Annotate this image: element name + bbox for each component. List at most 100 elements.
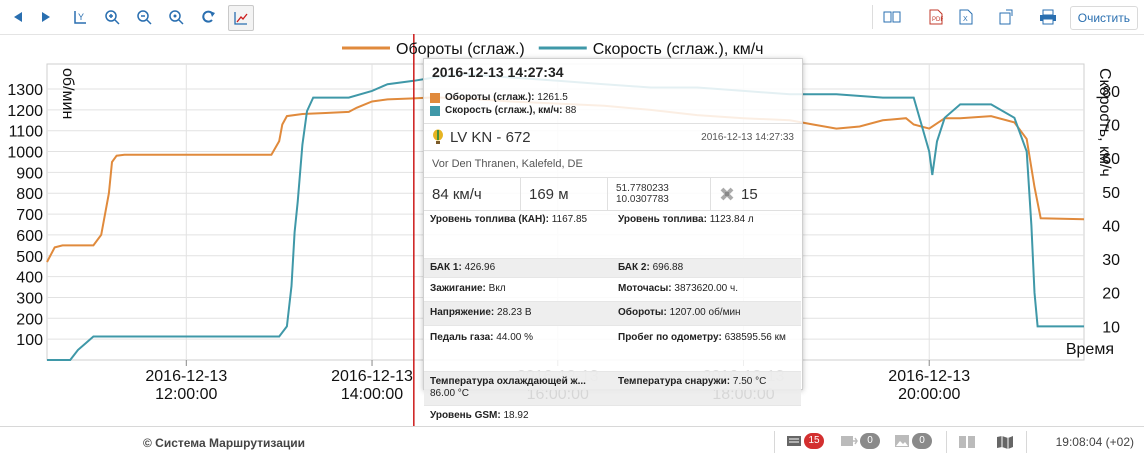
param-cell: БАК 2: 696.88	[612, 259, 801, 278]
sent-count: 0	[860, 433, 880, 449]
param-value: 1123.84 л	[709, 214, 754, 225]
param-label: Обороты:	[618, 307, 667, 318]
tooltip-speed-row: Скорость (сглаж.), км/ч: 88	[430, 104, 796, 117]
svg-text:X: X	[963, 16, 968, 23]
y-left-tick-label: 800	[16, 186, 43, 203]
param-value: 18.92	[503, 410, 529, 421]
x-axis-label: Время	[1066, 341, 1114, 358]
satellite-icon	[720, 187, 734, 201]
unit-satellites: 15	[711, 178, 766, 210]
images-count: 0	[912, 433, 932, 449]
y-left-tick-label: 1100	[9, 124, 44, 141]
x-tick-label-date: 2016-12-13	[888, 368, 970, 385]
unit-lat: 51.7780233	[616, 183, 669, 194]
messages-indicator[interactable]: 15	[786, 433, 824, 449]
param-cell: БАК 1: 426.96	[424, 259, 612, 278]
refresh-icon[interactable]	[196, 5, 220, 29]
param-cell: Температура снаружи: 7.50 °C	[612, 372, 801, 406]
param-label: Напряжение:	[430, 307, 495, 318]
unit-name[interactable]: LV KN - 672	[450, 129, 531, 146]
param-value: 28.23 В	[497, 307, 532, 318]
print-icon[interactable]	[1036, 5, 1060, 29]
param-value: 1167.85	[551, 214, 588, 225]
param-label: Уровень топлива:	[618, 214, 707, 225]
unit-address: Vor Den Thranen, Kalefeld, DE	[424, 151, 802, 178]
export-icon[interactable]	[994, 5, 1018, 29]
toolbar-separator	[872, 5, 873, 29]
book-icon[interactable]	[880, 5, 904, 29]
speed-swatch	[430, 105, 440, 116]
tooltip-speed-label: Скорость (сглаж.), км/ч:	[445, 105, 563, 116]
legend-item-label: Обороты (сглаж.)	[396, 41, 525, 58]
param-value: 3873620.00 ч.	[674, 283, 739, 294]
y-right-axis-label: Скорость, км/ч	[1096, 68, 1113, 177]
param-cell: Зажигание: Вкл	[424, 278, 612, 302]
param-label: Температура охлаждающей ж...	[430, 376, 586, 387]
y-right-tick-label: 40	[1102, 218, 1120, 235]
svg-text:PDF: PDF	[932, 17, 943, 23]
x-tick-label-time: 20:00:00	[898, 386, 960, 403]
param-value: 426.96	[464, 262, 496, 273]
layout-toggle-icon[interactable]	[958, 435, 976, 449]
param-value: Вкл	[488, 283, 506, 294]
param-label: Уровень топлива (КАН):	[430, 214, 549, 225]
param-value: 638595.56 км	[724, 332, 786, 343]
y-right-tick-label: 30	[1102, 252, 1120, 269]
param-label: Уровень GSM:	[430, 410, 501, 421]
y-left-tick-label: 1200	[7, 103, 43, 120]
messages-count: 15	[804, 433, 824, 449]
param-label: Педаль газа:	[430, 332, 494, 343]
y-left-tick-label: 900	[16, 165, 43, 182]
toolbar: Y PDF X Очистить	[0, 0, 1144, 35]
y-axis-icon[interactable]: Y	[68, 5, 92, 29]
next-icon[interactable]	[34, 5, 58, 29]
tooltip-quick-stats: 84 км/ч 169 м 51.7780233 10.0307783 15	[424, 178, 802, 211]
y-left-tick-label: 700	[16, 207, 43, 224]
tooltip-params: Уровень топлива (КАН): 1167.85 Уровень т…	[424, 211, 802, 426]
rpm-swatch	[430, 92, 440, 103]
sent-indicator[interactable]: 0	[840, 433, 880, 449]
param-label: БАК 1:	[430, 262, 462, 273]
x-tick-label-date: 2016-12-13	[331, 368, 413, 385]
satellites-count: 15	[741, 185, 758, 203]
tooltip-header: 2016-12-13 14:27:34	[432, 64, 564, 80]
y-right-tick-label: 50	[1102, 185, 1120, 202]
param-cell: Моточасы: 3873620.00 ч.	[612, 278, 801, 302]
param-value: 44.00 %	[496, 332, 533, 343]
param-cell: Напряжение: 28.23 В	[424, 302, 612, 326]
param-cell: Уровень GSM: 18.92	[424, 406, 612, 426]
param-cell: Уровень топлива: 1123.84 л	[612, 211, 801, 259]
excel-icon[interactable]: X	[954, 5, 978, 29]
x-tick-label-date: 2016-12-13	[145, 368, 227, 385]
zoom-in-icon[interactable]	[100, 5, 124, 29]
y-right-tick-label: 10	[1102, 319, 1120, 336]
prev-icon[interactable]	[6, 5, 30, 29]
send-icon	[841, 436, 858, 446]
param-label: Пробег по одометру:	[618, 332, 722, 343]
chart-mode-icon[interactable]	[228, 5, 254, 31]
param-value: 696.88	[652, 262, 684, 273]
y-left-tick-label: 1000	[7, 145, 43, 162]
map-icon[interactable]	[996, 435, 1014, 449]
copyright: © Система Маршрутизации	[143, 436, 306, 450]
y-right-tick-label: 20	[1102, 286, 1120, 303]
legend-item-label: Скорость (сглаж.), км/ч	[593, 41, 764, 58]
clear-button[interactable]: Очистить	[1069, 6, 1138, 30]
images-indicator[interactable]: 0	[894, 433, 932, 449]
zoom-out-icon[interactable]	[132, 5, 156, 29]
balloon-icon	[433, 129, 443, 144]
tooltip-unit: LV KN - 672 2016-12-13 14:27:33	[424, 124, 802, 151]
pdf-icon[interactable]: PDF	[924, 5, 948, 29]
zoom-fit-icon[interactable]	[164, 5, 188, 29]
param-cell: Уровень топлива (КАН): 1167.85	[424, 211, 612, 259]
y-left-axis-label: об/мин	[59, 68, 76, 119]
param-label: Моточасы:	[618, 283, 672, 294]
footer-separator	[946, 431, 947, 453]
x-tick-label-time: 14:00:00	[341, 386, 403, 403]
image-icon	[895, 435, 909, 447]
param-cell: Пробег по одометру: 638595.56 км	[612, 326, 801, 372]
param-cell: Педаль газа: 44.00 %	[424, 326, 612, 372]
unit-coordinates: 51.7780233 10.0307783	[608, 178, 711, 210]
param-cell: Обороты: 1207.00 об/мин	[612, 302, 801, 326]
tooltip-rpm-label: Обороты (сглаж.):	[445, 92, 535, 103]
